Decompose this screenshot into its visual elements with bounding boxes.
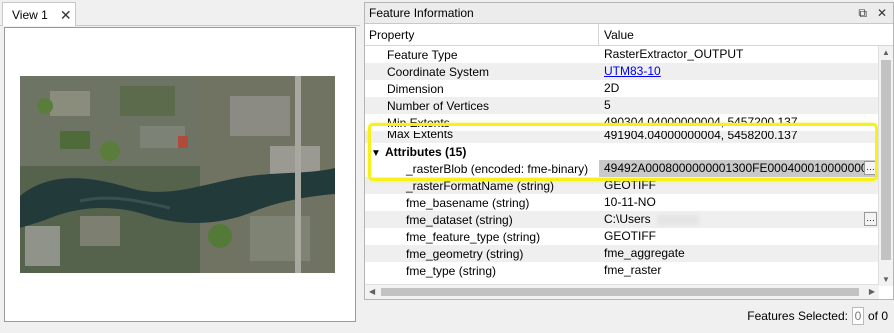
value-cell: 490304.04000000004, 5457200.137: [604, 115, 798, 129]
table-row[interactable]: _rasterBlob (encoded: fme-binary) 49492A…: [365, 160, 879, 177]
horizontal-scrollbar[interactable]: ◀ ▶: [365, 284, 879, 299]
feature-table-body: Feature Type RasterExtractor_OUTPUT Coor…: [365, 46, 879, 283]
column-header-value[interactable]: Value: [599, 24, 639, 45]
value-cell: 491904.04000000004, 5458200.137: [604, 131, 798, 142]
feature-information-panel: Feature Information ⧉ ✕ Property Value F…: [364, 2, 894, 300]
more-button[interactable]: …: [864, 212, 877, 226]
table-row[interactable]: Coordinate System UTM83-10: [365, 63, 879, 80]
property-cell: Number of Vertices: [387, 98, 490, 113]
property-cell: _rasterBlob (encoded: fme-binary): [406, 161, 589, 176]
raster-blob-value: 49492A0008000000001300FE0004000100000000…: [604, 161, 879, 175]
property-cell: fme_feature_type (string): [406, 229, 541, 244]
float-icon[interactable]: ⧉: [858, 6, 867, 21]
property-cell: Dimension: [387, 81, 444, 96]
map-view[interactable]: [4, 27, 356, 322]
view-tab-strip: View 1 ✕: [0, 0, 360, 26]
value-cell: fme_raster: [604, 263, 662, 277]
table-row[interactable]: fme_type (string) fme_raster: [365, 262, 879, 279]
property-cell: fme_dataset (string): [406, 212, 513, 227]
chevron-down-icon[interactable]: ▼: [371, 148, 385, 159]
table-row[interactable]: Dimension 2D: [365, 80, 879, 97]
property-cell: Coordinate System: [387, 64, 490, 79]
property-cell: Feature Type: [387, 47, 458, 62]
selected-count-field[interactable]: 0: [851, 307, 864, 325]
property-cell: Max Extents: [387, 131, 454, 141]
scroll-left-icon[interactable]: ◀: [369, 287, 375, 296]
raster-image: [20, 76, 335, 273]
table-row[interactable]: Min Extents 490304.04000000004, 5457200.…: [365, 114, 879, 131]
property-cell: fme_type (string): [406, 263, 497, 278]
panel-title: Feature Information: [369, 6, 474, 20]
property-cell: fme_geometry (string): [406, 246, 524, 261]
features-selected-label: Features Selected:: [747, 309, 848, 323]
dataset-path: C:\Users: [604, 212, 651, 226]
value-cell: 49492A0008000000001300FE0004000100000000…: [599, 160, 879, 177]
value-cell: 2D: [604, 81, 620, 95]
close-icon[interactable]: ✕: [60, 8, 72, 22]
vertical-scrollbar[interactable]: ▲ ▼: [878, 46, 893, 286]
redacted-text: [656, 214, 699, 225]
attributes-group-row[interactable]: ▼ Attributes (15): [365, 143, 879, 160]
value-cell: fme_aggregate: [604, 246, 685, 260]
table-row[interactable]: Max Extents 491904.04000000004, 5458200.…: [365, 131, 879, 143]
scroll-thumb[interactable]: [381, 288, 859, 296]
property-cell: fme_basename (string): [406, 195, 530, 210]
panel-title-bar: Feature Information ⧉ ✕: [365, 3, 893, 24]
property-cell: Min Extents: [387, 115, 450, 130]
group-label: Attributes (15): [385, 144, 467, 159]
table-header: Property Value: [365, 24, 893, 46]
table-row[interactable]: fme_basename (string) 10-11-NO: [365, 194, 879, 211]
table-row[interactable]: Feature Type RasterExtractor_OUTPUT: [365, 46, 879, 63]
value-cell: 5: [604, 98, 611, 112]
value-cell: GEOTIFF: [604, 178, 656, 192]
tab-view-1[interactable]: View 1 ✕: [2, 2, 76, 26]
table-row[interactable]: fme_geometry (string) fme_aggregate: [365, 245, 879, 262]
table-row[interactable]: _rasterFormatName (string) GEOTIFF: [365, 177, 879, 194]
tab-label: View 1: [12, 7, 48, 22]
value-cell: 10-11-NO: [604, 195, 656, 209]
value-cell: RasterExtractor_OUTPUT: [604, 47, 744, 61]
table-row[interactable]: Number of Vertices 5: [365, 97, 879, 114]
more-button[interactable]: …: [864, 161, 877, 175]
value-cell: GEOTIFF: [604, 229, 656, 243]
status-bar: Features Selected: 0 of 0: [747, 307, 888, 325]
column-header-property[interactable]: Property: [365, 24, 599, 45]
coordinate-system-link[interactable]: UTM83-10: [604, 64, 661, 78]
scroll-up-icon[interactable]: ▲: [882, 48, 890, 57]
scroll-right-icon[interactable]: ▶: [869, 287, 875, 296]
table-row[interactable]: fme_feature_type (string) GEOTIFF: [365, 228, 879, 245]
value-cell: C:\Users …: [599, 211, 879, 228]
scroll-thumb[interactable]: [881, 60, 891, 260]
total-count-label: of 0: [867, 309, 888, 323]
scroll-down-icon[interactable]: ▼: [882, 275, 890, 284]
property-cell: _rasterFormatName (string): [406, 178, 555, 193]
table-row[interactable]: fme_dataset (string) C:\Users …: [365, 211, 879, 228]
close-icon[interactable]: ✕: [877, 6, 887, 21]
aerial-raster-graphic: [20, 76, 335, 273]
